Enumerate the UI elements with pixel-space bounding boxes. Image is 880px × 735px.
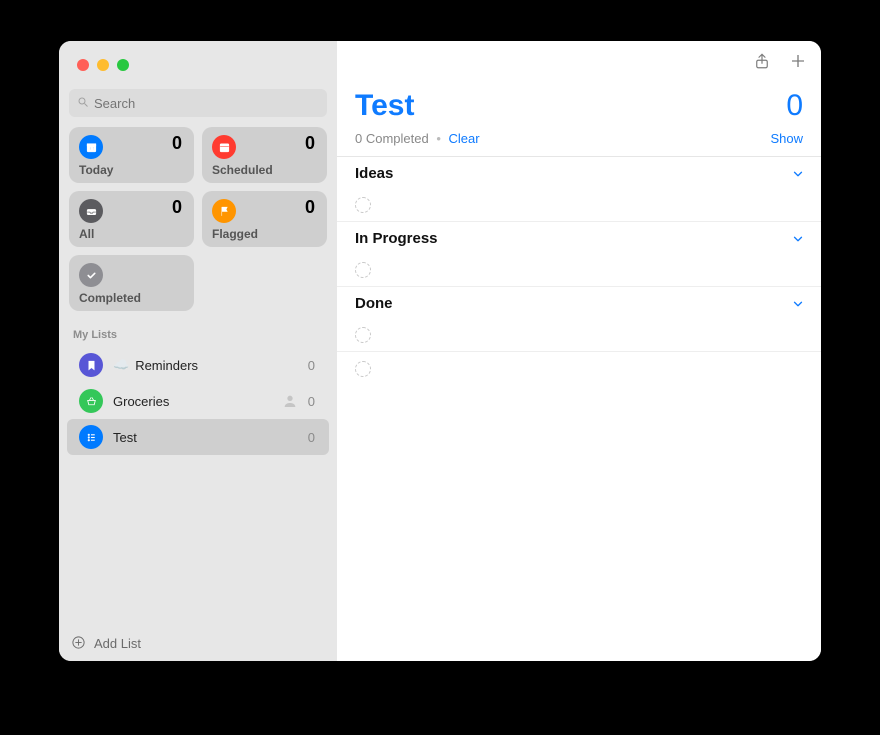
search-field[interactable] xyxy=(69,89,327,117)
list-name: Groceries xyxy=(113,394,282,409)
reminder-item-empty[interactable] xyxy=(337,188,821,222)
completion-toggle[interactable] xyxy=(355,327,371,343)
smart-list-count: 0 xyxy=(172,197,182,218)
show-completed-button[interactable]: Show xyxy=(770,131,803,146)
bookmark-icon xyxy=(79,353,103,377)
section-title: Ideas xyxy=(355,165,393,182)
list-row-groceries[interactable]: Groceries 0 xyxy=(67,383,329,419)
add-reminder-button[interactable] xyxy=(789,52,807,75)
smart-list-count: 0 xyxy=(305,133,315,154)
main-content: Test 0 0 Completed • Clear Show Ideas In… xyxy=(337,41,821,661)
app-window: 14 0 Today 0 Scheduled 0 All xyxy=(59,41,821,661)
smart-list-count: 0 xyxy=(305,197,315,218)
section-header-done[interactable]: Done xyxy=(337,287,821,318)
section-title: Done xyxy=(355,295,393,312)
share-button[interactable] xyxy=(753,52,771,75)
completion-toggle[interactable] xyxy=(355,262,371,278)
list-row-test[interactable]: Test 0 xyxy=(67,419,329,455)
plus-circle-icon xyxy=(71,635,94,653)
smart-list-completed[interactable]: Completed xyxy=(69,255,194,311)
sidebar: 14 0 Today 0 Scheduled 0 All xyxy=(59,41,337,661)
list-total-count: 0 xyxy=(786,89,803,123)
title-row: Test 0 xyxy=(337,85,821,131)
list-name: Test xyxy=(113,430,308,445)
calendar-icon xyxy=(212,135,236,159)
basket-icon xyxy=(79,389,103,413)
smart-list-label: Flagged xyxy=(212,227,258,241)
section-header-ideas[interactable]: Ideas xyxy=(337,156,821,188)
list-title: Test xyxy=(355,89,414,123)
minimize-window-button[interactable] xyxy=(97,59,109,71)
list-bullet-icon xyxy=(79,425,103,449)
section-title: In Progress xyxy=(355,230,438,247)
reminder-item-empty[interactable] xyxy=(337,318,821,352)
search-icon xyxy=(77,96,94,111)
smart-list-label: Today xyxy=(79,163,113,177)
list-row-reminders[interactable]: ☁️ Reminders 0 xyxy=(67,347,329,383)
smart-list-all[interactable]: 0 All xyxy=(69,191,194,247)
smart-lists-grid: 14 0 Today 0 Scheduled 0 All xyxy=(59,127,337,311)
completion-toggle[interactable] xyxy=(355,197,371,213)
tray-icon xyxy=(79,199,103,223)
smart-list-count: 0 xyxy=(172,133,182,154)
toolbar xyxy=(337,41,821,85)
smart-list-label: Completed xyxy=(79,291,141,305)
smart-list-flagged[interactable]: 0 Flagged xyxy=(202,191,327,247)
chevron-down-icon[interactable] xyxy=(791,297,805,311)
smart-list-scheduled[interactable]: 0 Scheduled xyxy=(202,127,327,183)
checkmark-icon xyxy=(79,263,103,287)
list-emoji: ☁️ xyxy=(113,357,129,373)
section-header-in-progress[interactable]: In Progress xyxy=(337,222,821,253)
smart-list-label: Scheduled xyxy=(212,163,273,177)
window-controls xyxy=(59,41,337,71)
clear-completed-button[interactable]: Clear xyxy=(449,131,480,146)
chevron-down-icon[interactable] xyxy=(791,167,805,181)
completed-subrow: 0 Completed • Clear Show xyxy=(337,131,821,156)
separator-dot: • xyxy=(436,131,441,146)
close-window-button[interactable] xyxy=(77,59,89,71)
flag-icon xyxy=(212,199,236,223)
calendar-today-icon: 14 xyxy=(79,135,103,159)
list-name: Reminders xyxy=(135,358,308,373)
svg-text:14: 14 xyxy=(88,146,94,152)
smart-list-today[interactable]: 14 0 Today xyxy=(69,127,194,183)
smart-list-label: All xyxy=(79,227,94,241)
list-count: 0 xyxy=(308,394,315,409)
completed-count-label: 0 Completed xyxy=(355,131,429,146)
fullscreen-window-button[interactable] xyxy=(117,59,129,71)
reminder-item-empty[interactable] xyxy=(337,352,821,386)
search-input[interactable] xyxy=(94,96,319,111)
add-list-label: Add List xyxy=(94,636,141,651)
completion-toggle[interactable] xyxy=(355,361,371,377)
list-count: 0 xyxy=(308,430,315,445)
chevron-down-icon[interactable] xyxy=(791,232,805,246)
add-list-button[interactable]: Add List xyxy=(59,625,337,661)
my-lists-header: My Lists xyxy=(59,311,337,347)
shared-icon xyxy=(282,393,298,409)
list-count: 0 xyxy=(308,358,315,373)
reminder-item-empty[interactable] xyxy=(337,253,821,287)
